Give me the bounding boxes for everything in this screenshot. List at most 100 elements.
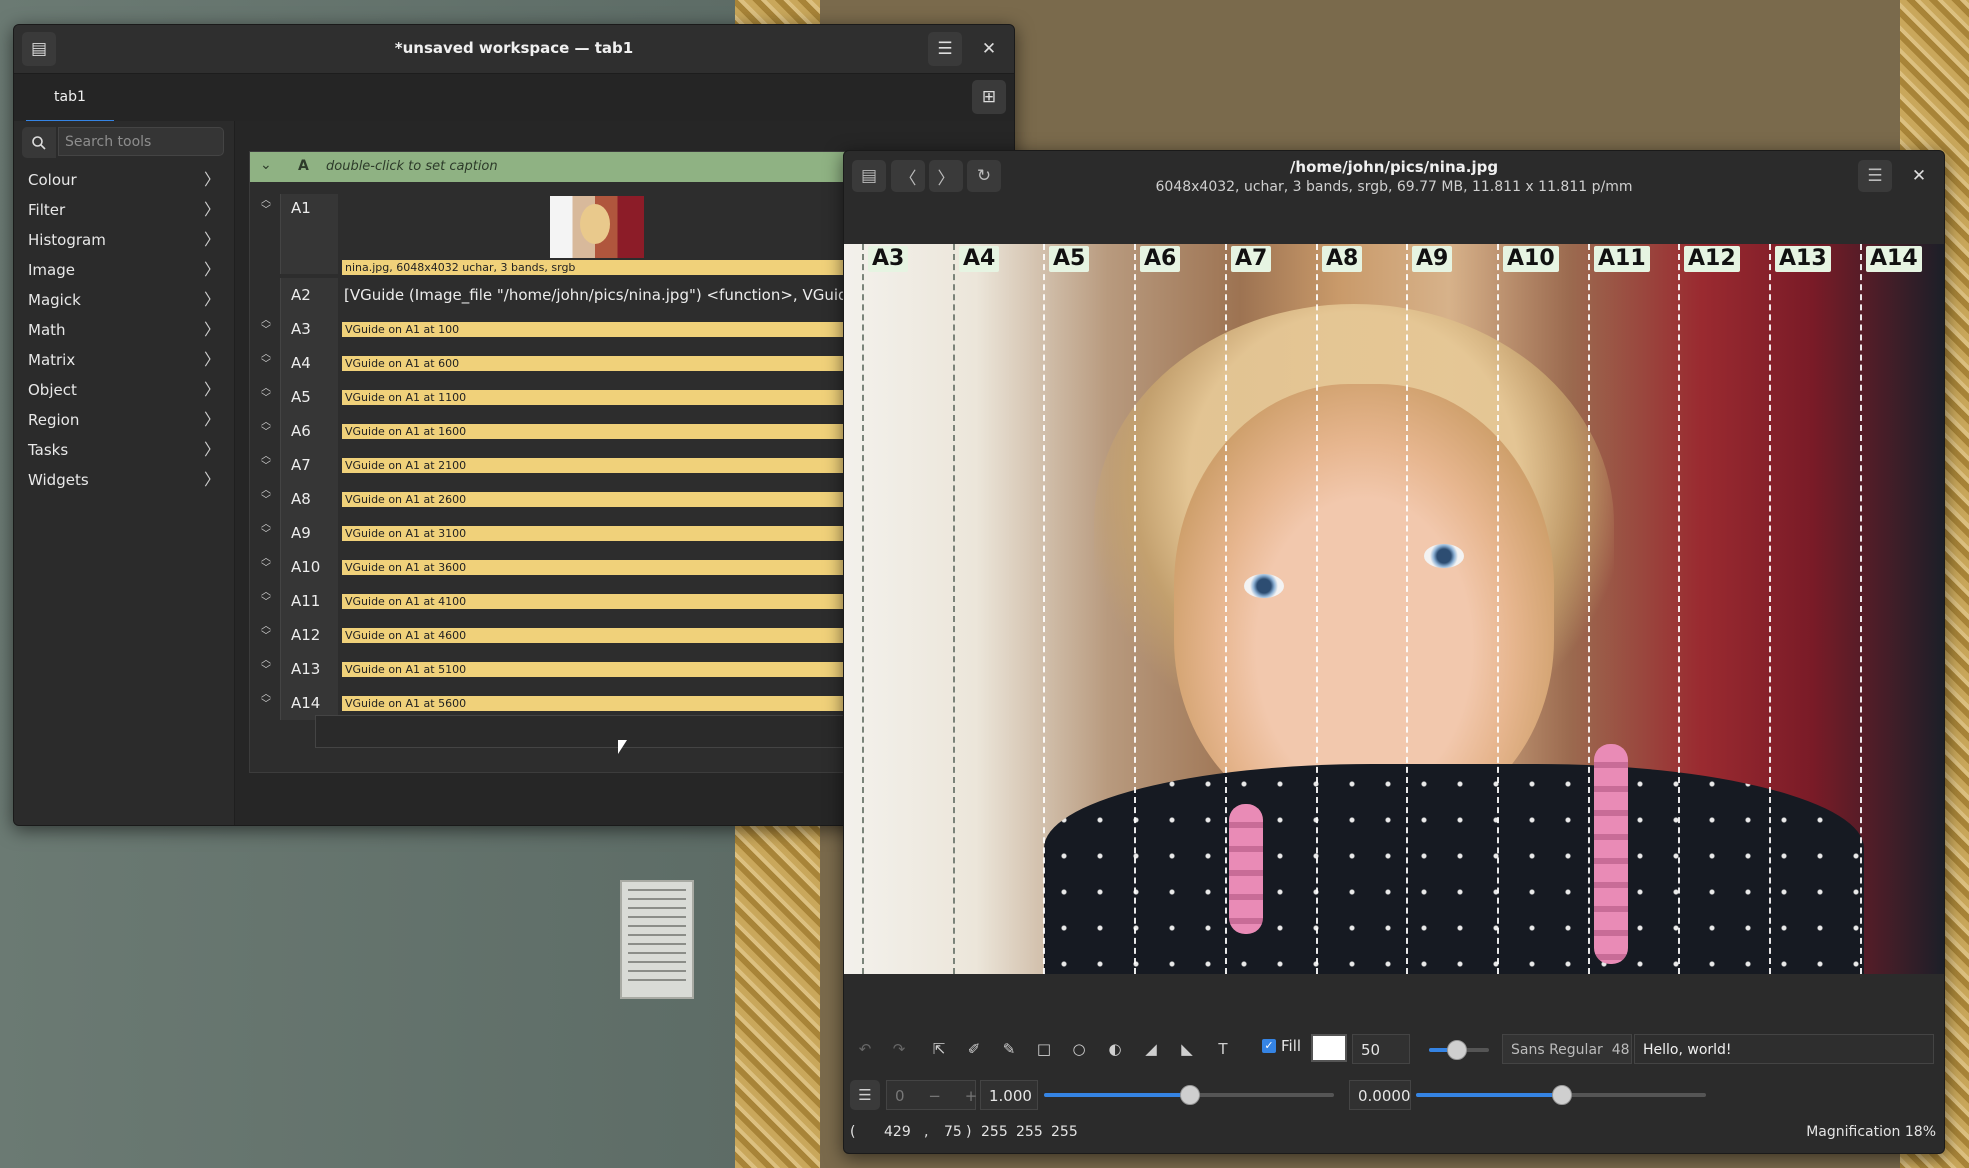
guide-line[interactable] [1678, 244, 1680, 974]
pen-icon[interactable]: ✎ [994, 1034, 1024, 1064]
row-a12[interactable]: ︿ ﹀ A12 VGuide on A1 at 4600 [250, 618, 910, 652]
column-caption[interactable]: double-click to set caption [326, 159, 498, 174]
menu-item-image[interactable]: Image 〉 [14, 255, 234, 285]
close-icon[interactable]: ✕ [1902, 160, 1936, 192]
guide-label[interactable]: A7 [1231, 246, 1272, 272]
menu-item-math[interactable]: Math 〉 [14, 315, 234, 345]
guide-line[interactable] [1769, 244, 1771, 974]
row-a9[interactable]: ︿ ﹀ A9 VGuide on A1 at 3100 [250, 516, 910, 550]
fill-region-icon[interactable]: ◢ [1136, 1034, 1166, 1064]
row-a1[interactable]: ︿ ﹀ A1 nina.jpg, 6048x4032 uchar, 3 bands… [250, 194, 910, 275]
row-expand-icon[interactable]: ︿ ﹀ [258, 520, 274, 540]
row-a7[interactable]: ︿ ﹀ A7 VGuide on A1 at 2100 [250, 448, 910, 482]
row-expand-icon[interactable]: ︿ ﹀ [258, 452, 274, 472]
scale-slider[interactable] [1044, 1085, 1334, 1105]
guide-label[interactable]: A5 [1049, 246, 1090, 272]
column-header[interactable]: ⌄ A double-click to set caption ✕ [250, 152, 910, 182]
rectangle-icon[interactable]: □ [1029, 1034, 1059, 1064]
row-a6[interactable]: ︿ ﹀ A6 VGuide on A1 at 1600 [250, 414, 910, 448]
menu-item-histogram[interactable]: Histogram 〉 [14, 225, 234, 255]
row-expand-icon[interactable]: ︿ ﹀ [258, 554, 274, 574]
menu-item-widgets[interactable]: Widgets 〉 [14, 465, 234, 495]
hamburger-icon[interactable]: ☰ [850, 1080, 880, 1110]
brush-size-field[interactable]: 50 [1352, 1034, 1410, 1064]
image-canvas[interactable]: A3 A4 A5 A6 A7 A8 A9 A10 A11 A12 A13 A14 [844, 244, 1944, 974]
flood-icon[interactable]: ◐ [1100, 1034, 1130, 1064]
guide-line[interactable] [1406, 244, 1408, 974]
fill-checkbox[interactable]: ✓ [1262, 1039, 1276, 1053]
tab-tab1[interactable]: tab1 [26, 74, 114, 123]
brush-size-slider[interactable] [1429, 1040, 1489, 1060]
row-a13[interactable]: ︿ ﹀ A13 VGuide on A1 at 5100 [250, 652, 910, 686]
text-icon[interactable]: T [1208, 1034, 1238, 1064]
row-expand-icon[interactable]: ︿ ﹀ [258, 486, 274, 506]
guide-label[interactable]: A3 [868, 246, 909, 272]
guide-line[interactable] [1316, 244, 1318, 974]
guide-line[interactable] [1860, 244, 1862, 974]
row-expand-icon[interactable]: ︿ ﹀ [258, 656, 274, 676]
guide-line[interactable] [1043, 244, 1045, 974]
offset-field[interactable]: 0.0000 [1349, 1080, 1411, 1110]
guide-label[interactable]: A11 [1594, 246, 1650, 272]
guide-label[interactable]: A8 [1322, 246, 1363, 272]
row-expand-icon[interactable]: ︿ ﹀ [258, 588, 274, 608]
new-tab-icon[interactable]: ⊞ [972, 80, 1006, 114]
row-a4[interactable]: ︿ ﹀ A4 VGuide on A1 at 600 [250, 346, 910, 380]
row-expand-icon[interactable]: ︿ ﹀ [258, 622, 274, 642]
redo-icon[interactable]: ↷ [884, 1034, 914, 1064]
select-icon[interactable]: ⇱ [924, 1034, 954, 1064]
row-expand-icon[interactable]: ︿ ﹀ [258, 690, 274, 710]
guide-label[interactable]: A6 [1140, 246, 1181, 272]
text-input[interactable]: Hello, world! [1634, 1034, 1934, 1064]
menu-item-tasks[interactable]: Tasks 〉 [14, 435, 234, 465]
brush-icon[interactable]: ✐ [959, 1034, 989, 1064]
row-expand-icon[interactable]: ︿ ﹀ [258, 418, 274, 438]
guide-line[interactable] [862, 244, 864, 974]
menu-item-magick[interactable]: Magick 〉 [14, 285, 234, 315]
column-a[interactable]: ⌄ A double-click to set caption ✕ ︿﹀ A1 … [249, 151, 917, 773]
menu-item-object[interactable]: Object 〉 [14, 375, 234, 405]
guide-label[interactable]: A10 [1503, 246, 1559, 272]
chevron-down-icon[interactable]: ⌄ [260, 157, 272, 173]
ink-colour-swatch[interactable] [1311, 1034, 1347, 1062]
guide-line[interactable] [1497, 244, 1499, 974]
menu-item-region[interactable]: Region 〉 [14, 405, 234, 435]
guide-label[interactable]: A9 [1412, 246, 1453, 272]
guide-label[interactable]: A13 [1775, 246, 1831, 272]
guide-label[interactable]: A12 [1684, 246, 1740, 272]
guide-label[interactable]: A14 [1866, 246, 1922, 272]
guide-line[interactable] [953, 244, 955, 974]
row-a3[interactable]: ︿ ﹀ A3 VGuide on A1 at 100 [250, 312, 910, 346]
offset-slider[interactable] [1416, 1085, 1706, 1105]
guide-line[interactable] [1225, 244, 1227, 974]
guide-label[interactable]: A4 [959, 246, 1000, 272]
fill-blob-icon[interactable]: ◣ [1172, 1034, 1202, 1064]
scale-field[interactable]: 1.000 [980, 1080, 1038, 1110]
row-expand-icon[interactable]: ︿ ﹀ [258, 196, 274, 216]
hamburger-icon[interactable]: ☰ [928, 32, 962, 66]
row-a10[interactable]: ︿ ﹀ A10 VGuide on A1 at 3600 [250, 550, 910, 584]
hamburger-icon[interactable]: ☰ [1858, 160, 1892, 192]
menu-item-filter[interactable]: Filter 〉 [14, 195, 234, 225]
row-a8[interactable]: ︿ ﹀ A8 VGuide on A1 at 2600 [250, 482, 910, 516]
command-entry[interactable] [315, 715, 917, 748]
undo-icon[interactable]: ↶ [850, 1034, 880, 1064]
row-expand-icon[interactable]: ︿ ﹀ [258, 350, 274, 370]
guide-line[interactable] [1134, 244, 1136, 974]
search-input[interactable] [58, 127, 224, 156]
guide-line[interactable] [1588, 244, 1590, 974]
row-expand-icon[interactable]: ︿ ﹀ [258, 316, 274, 336]
close-icon[interactable]: ✕ [972, 32, 1006, 66]
row-a11[interactable]: ︿ ﹀ A11 VGuide on A1 at 4100 [250, 584, 910, 618]
row-expand-icon[interactable]: ︿ ﹀ [258, 384, 274, 404]
image-thumbnail[interactable] [550, 196, 644, 258]
row-a2[interactable]: A2 [VGuide (Image_file "/home/john/pics/… [250, 278, 910, 312]
row-a5[interactable]: ︿ ﹀ A5 VGuide on A1 at 1100 [250, 380, 910, 414]
menu-item-matrix[interactable]: Matrix 〉 [14, 345, 234, 375]
menu-item-colour[interactable]: Colour 〉 [14, 165, 234, 195]
font-button[interactable]: Sans Regular 48 [1502, 1034, 1632, 1064]
row-value: VGuide on A1 at 2600 [342, 492, 910, 507]
search-icon[interactable] [22, 127, 56, 158]
page-field[interactable]: 0 − + [886, 1080, 977, 1110]
circle-icon[interactable]: ○ [1064, 1034, 1094, 1064]
